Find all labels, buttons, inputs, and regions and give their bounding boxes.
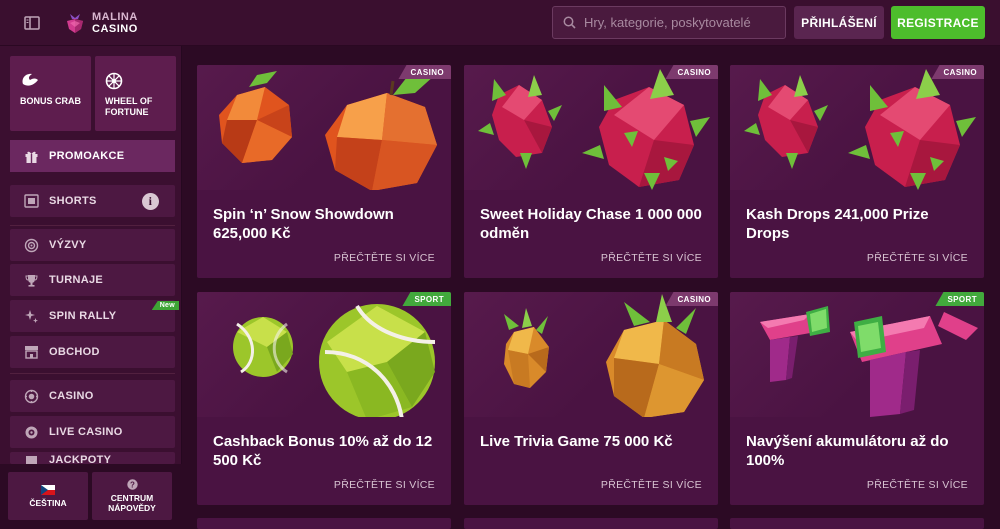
new-badge: New [151, 301, 179, 310]
promo-title: Cashback Bonus 10% až do 12 500 Kč [213, 433, 433, 469]
read-more-link[interactable]: PŘEČTĚTE SI VÍCE [867, 479, 968, 491]
promo-card[interactable]: CASINO Spin ‘n’ Snow Showdown 625,000 Kč… [197, 65, 451, 278]
read-more-link[interactable]: PŘEČTĚTE SI VÍCE [334, 479, 435, 491]
category-tag: SPORT [935, 292, 984, 306]
sidebar-item-label: VÝZVY [49, 239, 87, 251]
sidebar-item-jackpoty[interactable]: JACKPOTY [10, 452, 175, 464]
promo-title: Sweet Holiday Chase 1 000 000 odměn [480, 206, 702, 242]
language-label: ČEŠTINA [29, 497, 67, 508]
svg-text:?: ? [130, 480, 135, 489]
help-center-button[interactable]: ? CENTRUM NÁPOVĚDY [92, 472, 172, 520]
sidebar-divider [10, 373, 175, 374]
sidebar-item-label: SHORTS [49, 195, 97, 207]
trophy-icon [23, 272, 39, 288]
sidebar-item-label: JACKPOTY [49, 454, 112, 464]
promo-card-partial[interactable] [730, 518, 984, 529]
search-input[interactable] [584, 15, 774, 30]
cz-flag-icon [41, 484, 55, 495]
logo-line-1: MALINA [92, 10, 138, 23]
promo-title: Navýšení akumulátoru až do 100% [746, 433, 949, 469]
read-more-link[interactable]: PŘEČTĚTE SI VÍCE [334, 252, 435, 264]
sidebar-item-label: OBCHOD [49, 346, 100, 358]
help-center-label: CENTRUM NÁPOVĚDY [108, 493, 156, 513]
logo[interactable]: MALINA CASINO [64, 11, 138, 35]
promo-card[interactable]: CASINO Sweet Holiday Chase 1 000 000 odm… [464, 65, 718, 278]
bonus-crab-label: BONUS CRAB [20, 96, 82, 106]
help-icon: ? [126, 479, 138, 490]
sidebar-item-turnaje[interactable]: TURNAJE [10, 264, 175, 296]
promo-card[interactable]: CASINO Kash Drops 241,000 Prize Drops PŘ… [730, 65, 984, 278]
panel-icon [24, 15, 40, 30]
register-button[interactable]: REGISTRACE [891, 6, 985, 39]
sidebar-item-vyzvy[interactable]: VÝZVY [10, 229, 175, 261]
raspberry-logo-icon [67, 13, 83, 33]
wheel-of-fortune-label: WHEEL OF FORTUNE [105, 96, 153, 117]
sidebar-item-shorts[interactable]: SHORTS i [10, 185, 175, 217]
sidebar-item-label: TURNAJE [49, 274, 104, 286]
sidebar-item-promoakce[interactable]: PROMOAKCE [10, 140, 175, 172]
sidebar-toggle-button[interactable] [0, 0, 64, 46]
category-tag: CASINO [665, 292, 718, 306]
category-tag: CASINO [665, 65, 718, 79]
film-icon [23, 193, 39, 209]
read-more-link[interactable]: PŘEČTĚTE SI VÍCE [601, 252, 702, 264]
sparkle-icon [23, 308, 39, 324]
sidebar-item-obchod[interactable]: OBCHOD [10, 336, 175, 368]
promo-card[interactable]: SPORT Navýšení akumulátoru až do 100% PŘ… [730, 292, 984, 505]
search-icon [563, 16, 576, 29]
promo-card[interactable]: SPORT Cashback Bonus 10% až do 12 500 Kč… [197, 292, 451, 505]
chips-icon [23, 388, 39, 404]
crab-claw-icon [22, 73, 38, 86]
sidebar-footer: ČEŠTINA ? CENTRUM NÁPOVĚDY [0, 464, 182, 529]
target-icon [23, 237, 39, 253]
top-bar: MALINA CASINO PŘIHLÁŠENÍ REGISTRACE [0, 0, 1000, 46]
sidebar-item-spin-rally[interactable]: SPIN RALLY New [10, 300, 179, 332]
promo-title: Spin ‘n’ Snow Showdown 625,000 Kč [213, 206, 394, 242]
promo-title: Kash Drops 241,000 Prize Drops [746, 206, 929, 242]
tennis-ball-icon [233, 304, 436, 417]
sidebar: BONUS CRAB WHEEL OF FORTUNE PROMOAKCE SH… [0, 46, 182, 529]
sidebar-divider [10, 225, 175, 226]
read-more-link[interactable]: PŘEČTĚTE SI VÍCE [601, 479, 702, 491]
category-tag: CASINO [931, 65, 984, 79]
sidebar-item-label: PROMOAKCE [49, 150, 125, 162]
category-tag: SPORT [402, 292, 451, 306]
sidebar-item-label: CASINO [49, 390, 94, 402]
shop-icon [23, 344, 39, 360]
info-icon[interactable]: i [142, 193, 159, 210]
category-tag: CASINO [398, 65, 451, 79]
money-gun-icon [760, 306, 978, 417]
read-more-link[interactable]: PŘEČTĚTE SI VÍCE [867, 252, 968, 264]
pineapple-icon [504, 294, 704, 417]
wheel-icon [105, 72, 123, 90]
sidebar-item-label: SPIN RALLY [49, 310, 117, 322]
jackpot-icon [23, 454, 39, 464]
wheel-of-fortune-tile[interactable]: WHEEL OF FORTUNE [95, 56, 176, 131]
bonus-crab-tile[interactable]: BONUS CRAB [10, 56, 91, 131]
gift-icon [23, 148, 39, 164]
promo-card[interactable]: CASINO Live Trivia Game 75 000 Kč PŘEČTĚ… [464, 292, 718, 505]
sidebar-item-casino[interactable]: CASINO [10, 380, 175, 412]
logo-line-2: CASINO [92, 22, 138, 35]
roulette-icon [23, 424, 39, 440]
language-button[interactable]: ČEŠTINA [8, 472, 88, 520]
promo-title: Live Trivia Game 75 000 Kč [480, 433, 673, 450]
dragonfruit-icon [744, 69, 976, 190]
promo-card-partial[interactable] [197, 518, 451, 529]
login-button[interactable]: PŘIHLÁŠENÍ [794, 6, 884, 39]
promo-card-partial[interactable] [464, 518, 718, 529]
search-box[interactable] [552, 6, 786, 39]
dragonfruit-icon [478, 69, 710, 190]
orange-icon [219, 71, 437, 190]
sidebar-item-label: LIVE CASINO [49, 426, 123, 438]
sidebar-item-live-casino[interactable]: LIVE CASINO [10, 416, 175, 448]
